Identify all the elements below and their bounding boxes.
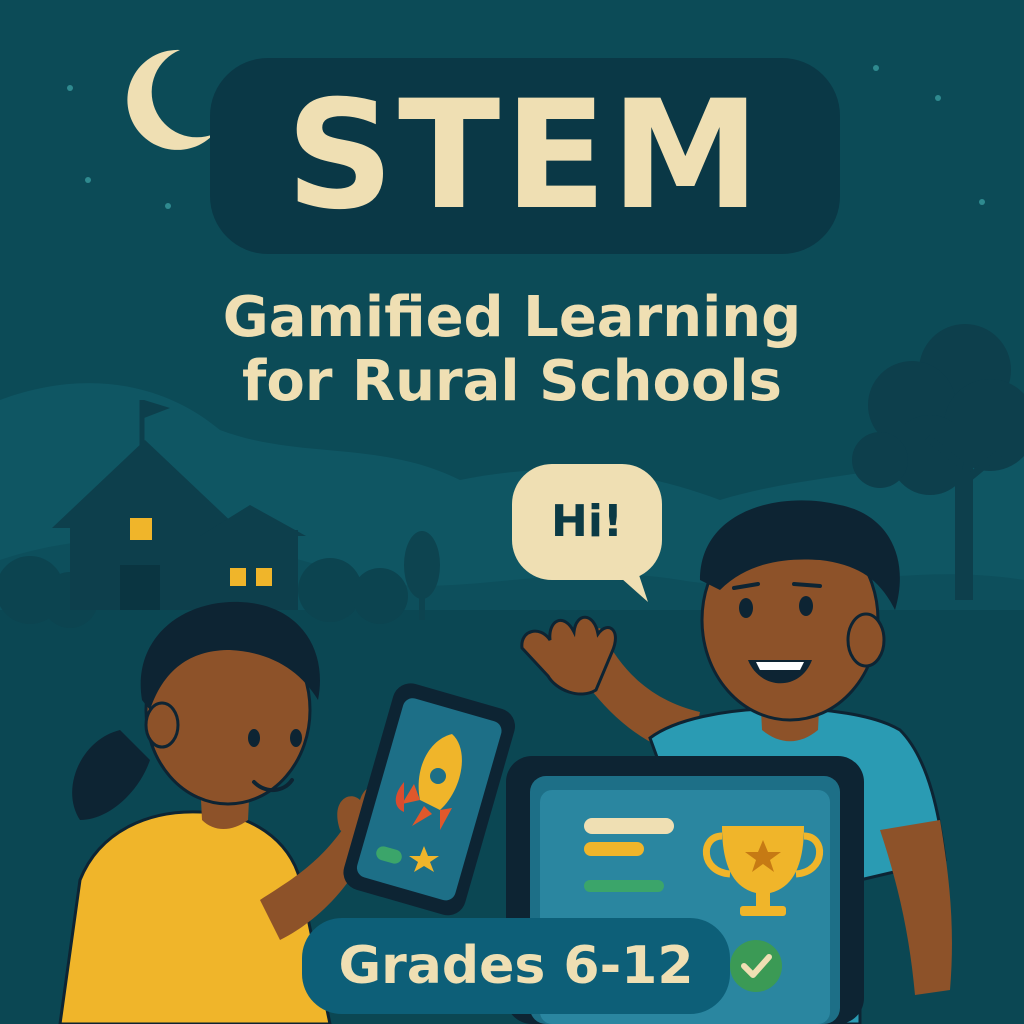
subtitle-line-1: Gamified Learning: [222, 285, 802, 350]
subtitle: Gamified Learning for Rural Schools: [60, 286, 964, 414]
grades-label: Grades 6-12: [338, 936, 694, 996]
grades-badge: Grades 6-12: [302, 918, 730, 1014]
speech-bubble-text: Hi!: [551, 496, 623, 547]
title-banner: STEM: [210, 58, 840, 254]
page-title: STEM: [285, 69, 765, 243]
poster: STEM Gamified Learning for Rural Schools…: [0, 0, 1024, 1024]
check-icon: [730, 940, 782, 992]
subtitle-line-2: for Rural Schools: [242, 349, 782, 414]
